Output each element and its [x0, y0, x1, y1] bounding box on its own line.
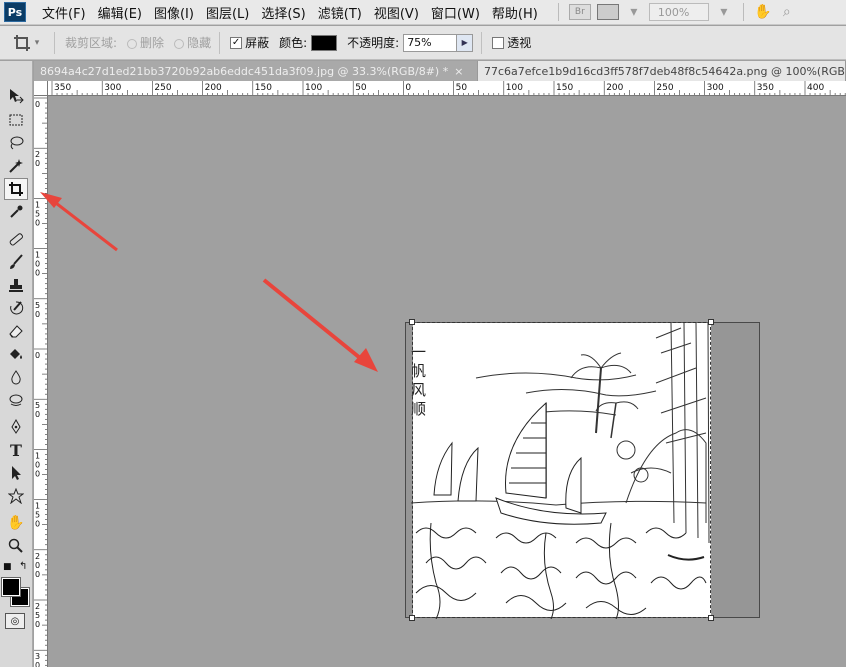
annotation-arrows: [40, 192, 378, 372]
red-arrow-canvas: [262, 278, 367, 364]
arrow-head-icon: [354, 348, 378, 372]
red-arrow-toolbar: [51, 198, 118, 252]
